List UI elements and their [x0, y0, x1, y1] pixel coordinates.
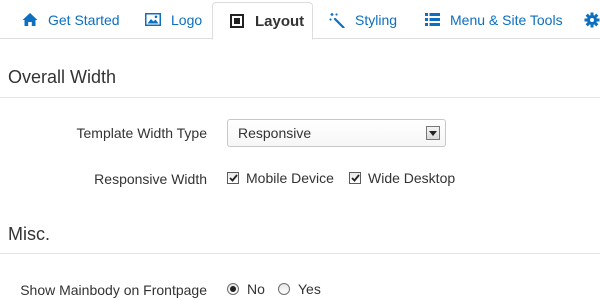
checkbox-checked-icon[interactable] [349, 172, 361, 184]
radio-label: No [247, 281, 265, 297]
template-settings-page: Get Started Logo Layout Styling Menu & S [0, 0, 600, 300]
magic-wand-icon [329, 12, 345, 28]
section-divider [0, 253, 600, 254]
checkbox-wide-desktop[interactable]: Wide Desktop [349, 170, 455, 186]
section-divider [0, 97, 600, 98]
radio-yes[interactable]: Yes [278, 281, 321, 297]
section-title-misc: Misc. [8, 224, 50, 244]
tab-logo[interactable]: Logo [145, 0, 202, 39]
tab-layout[interactable]: Layout [212, 2, 313, 40]
tab-get-started[interactable]: Get Started [22, 0, 120, 39]
section-title-overall-width: Overall Width [8, 67, 117, 87]
template-width-type-label: Template Width Type [76, 125, 207, 141]
radio-dot [230, 286, 236, 292]
tab-label: Menu & Site Tools [450, 11, 563, 28]
radio-label: Yes [298, 281, 321, 297]
select-value: Responsive [238, 125, 312, 141]
checkbox-label: Wide Desktop [368, 170, 456, 186]
radio-no[interactable]: No [227, 281, 265, 297]
radio-selected-icon[interactable] [227, 283, 239, 295]
tab-label: Get Started [48, 11, 120, 28]
layout-square-icon [229, 13, 245, 29]
tab-settings-gear[interactable] [584, 0, 600, 39]
home-icon [22, 12, 38, 28]
template-width-type-select[interactable]: Responsive [227, 119, 446, 147]
tab-bar: Get Started Logo Layout Styling Menu & S [0, 0, 600, 40]
tab-label: Styling [355, 11, 398, 28]
checkbox-mobile-device[interactable]: Mobile Device [227, 170, 334, 186]
tab-styling[interactable]: Styling [329, 0, 397, 39]
checkbox-label: Mobile Device [246, 170, 334, 186]
responsive-width-label: Responsive Width [94, 171, 207, 187]
radio-unselected-icon[interactable] [278, 283, 290, 295]
gear-icon [584, 12, 600, 28]
checkbox-checked-icon[interactable] [227, 172, 239, 184]
list-icon [424, 12, 440, 28]
tab-label: Layout [255, 12, 305, 30]
chevron-down-icon [426, 126, 440, 140]
show-mainbody-label: Show Mainbody on Frontpage [20, 282, 207, 298]
tab-menu-site-tools[interactable]: Menu & Site Tools [424, 0, 563, 39]
image-icon [145, 12, 161, 28]
tab-label: Logo [171, 11, 203, 28]
